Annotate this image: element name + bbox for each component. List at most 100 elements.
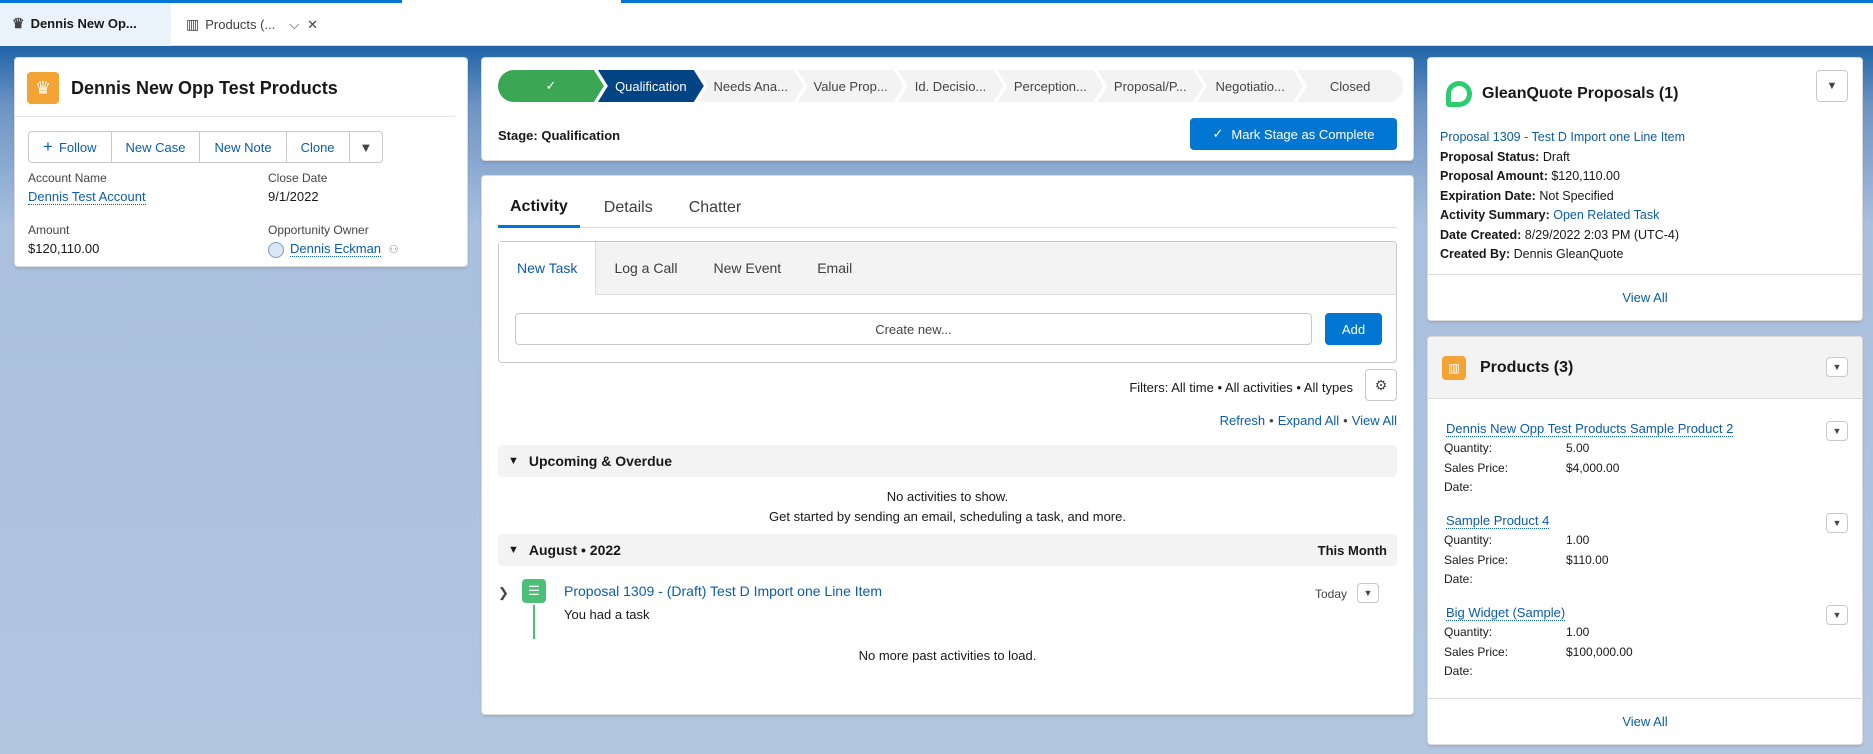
- card-menu-button[interactable]: ▼: [1816, 70, 1848, 102]
- chevron-down-icon: ▼: [508, 455, 519, 467]
- field-label: Amount: [28, 223, 70, 237]
- row-menu-button[interactable]: ▼: [1826, 605, 1848, 625]
- product-link[interactable]: Sample Product 4: [1446, 513, 1550, 529]
- field-label: Activity Summary:: [1440, 208, 1550, 222]
- chevron-down-icon: ▼: [1363, 588, 1373, 598]
- field-label: Date Created:: [1440, 227, 1522, 242]
- chevron-down-icon: ▼: [1832, 362, 1842, 372]
- view-all-link[interactable]: View All: [1428, 698, 1862, 744]
- product-link[interactable]: Dennis New Opp Test Products Sample Prod…: [1446, 421, 1734, 437]
- product-link[interactable]: Big Widget (Sample): [1446, 605, 1566, 621]
- clone-button[interactable]: Clone: [286, 131, 350, 163]
- proposal-link[interactable]: Proposal 1309 - Test D Import one Line I…: [1440, 128, 1685, 148]
- field-label: Close Date: [268, 171, 328, 185]
- field-label: Date:: [1444, 572, 1473, 586]
- chevron-down-icon: ▼: [1832, 610, 1842, 620]
- new-note-button[interactable]: New Note: [200, 131, 287, 163]
- follow-button[interactable]: + Follow: [28, 131, 112, 163]
- quantity-value: 1.00: [1566, 625, 1590, 639]
- this-month-label: This Month: [1317, 542, 1387, 558]
- field-label: Created By:: [1440, 247, 1511, 261]
- create-new-input[interactable]: Create new...: [515, 313, 1312, 345]
- tab-email[interactable]: Email: [799, 242, 870, 294]
- tab-opportunity[interactable]: ♛ Dennis New Op...: [0, 3, 171, 46]
- list-item: Sample Product 4 Quantity: 1.00 Sales Pri…: [1444, 513, 1854, 588]
- view-all-link[interactable]: View All: [1428, 274, 1862, 320]
- check-icon: ✓: [1212, 126, 1224, 141]
- filters-text: Filters: All time • All activities • All…: [1129, 380, 1353, 395]
- field-close-date: Close Date 9/1/2022: [268, 171, 327, 204]
- tab-label: Products (...: [205, 17, 276, 32]
- new-case-button[interactable]: New Case: [111, 131, 201, 163]
- chevron-down-icon: ▼: [1826, 80, 1838, 92]
- tab-new-task[interactable]: New Task: [499, 242, 597, 295]
- crown-icon: ♛: [12, 15, 25, 31]
- task-subtitle: You had a task: [564, 607, 650, 622]
- date-created: 8/29/2022 2:03 PM (UTC-4): [1524, 227, 1680, 242]
- chevron-down-icon[interactable]: ⌵: [289, 17, 299, 33]
- tab-products[interactable]: ▥ Products (... ⌵ ✕: [174, 3, 334, 46]
- filter-settings-button[interactable]: ⚙: [1365, 369, 1397, 401]
- section-title: August • 2022: [528, 542, 621, 558]
- stage-perception-analysis[interactable]: Perception...: [997, 70, 1103, 102]
- chevron-down-icon: ▼: [1832, 426, 1842, 436]
- no-activities-message: No activities to show. Get started by se…: [498, 487, 1397, 527]
- more-actions-button[interactable]: ▼: [349, 131, 384, 163]
- sales-path: ✓ Qualification Needs Ana... Value Prop.…: [481, 57, 1414, 161]
- task-menu-button[interactable]: ▼: [1357, 583, 1379, 603]
- quantity-value: 5.00: [1566, 441, 1590, 455]
- field-account-name: Account Name Dennis Test Account: [28, 171, 146, 205]
- amount-value: $120,110.00: [28, 241, 100, 256]
- gleanquote-logo-icon: [1446, 81, 1472, 107]
- change-owner-icon[interactable]: ⚇: [389, 244, 399, 256]
- mark-complete-label: Mark Stage as Complete: [1231, 126, 1375, 142]
- add-button[interactable]: Add: [1325, 313, 1382, 345]
- card-title: GleanQuote Proposals (1): [1482, 85, 1679, 102]
- record-header: ♛ Dennis New Opp Test Products + Follow …: [14, 57, 468, 267]
- close-icon[interactable]: ✕: [307, 17, 318, 33]
- tab-details[interactable]: Details: [592, 188, 665, 228]
- follow-label: Follow: [58, 139, 97, 155]
- field-label: Quantity:: [1444, 533, 1493, 547]
- chevron-down-icon: ▼: [1832, 518, 1842, 528]
- account-name-link[interactable]: Dennis Test Account: [28, 189, 146, 205]
- field-label: Expiration Date:: [1440, 188, 1536, 203]
- tab-new-event[interactable]: New Event: [695, 242, 799, 294]
- chevron-right-icon[interactable]: ❯: [498, 585, 509, 601]
- field-owner: Opportunity Owner Dennis Eckman ⚇: [268, 223, 399, 258]
- owner-link[interactable]: Dennis Eckman: [290, 241, 382, 257]
- timeline-item: ❯ ☰ Proposal 1309 - (Draft) Test D Impor…: [498, 579, 1397, 639]
- mark-stage-complete-button[interactable]: ✓ Mark Stage as Complete: [1190, 118, 1397, 150]
- stage-needs-analysis[interactable]: Needs Ana...: [698, 70, 804, 102]
- stage-negotiation[interactable]: Negotiatio...: [1197, 70, 1303, 102]
- stage-complete[interactable]: ✓: [498, 70, 604, 102]
- workspace-tab-bar: ♛ Dennis New Op... ▥ Products (... ⌵ ✕: [0, 0, 1873, 46]
- avatar: [268, 241, 284, 258]
- tab-chatter[interactable]: Chatter: [677, 188, 753, 228]
- tab-activity[interactable]: Activity: [498, 188, 580, 228]
- field-amount: Amount $120,110.00: [28, 223, 99, 256]
- check-icon: ✓: [545, 78, 557, 93]
- field-label: Quantity:: [1444, 441, 1493, 455]
- stage-proposal[interactable]: Proposal/P...: [1097, 70, 1203, 102]
- row-menu-button[interactable]: ▼: [1826, 513, 1848, 533]
- stage-closed[interactable]: Closed: [1297, 70, 1404, 102]
- barcode-icon: ▥: [186, 16, 200, 32]
- row-menu-button[interactable]: ▼: [1826, 421, 1848, 441]
- expand-all-link[interactable]: Expand All: [1278, 413, 1339, 428]
- task-title-link[interactable]: Proposal 1309 - (Draft) Test D Import on…: [564, 583, 882, 599]
- tab-log-a-call[interactable]: Log a Call: [596, 242, 695, 294]
- stage-value-proposition[interactable]: Value Prop...: [798, 70, 904, 102]
- card-menu-button[interactable]: ▼: [1826, 357, 1848, 377]
- open-related-task-link[interactable]: Open Related Task: [1553, 208, 1659, 222]
- owner-row: Dennis Eckman ⚇: [268, 241, 399, 258]
- section-title: Upcoming & Overdue: [528, 453, 673, 469]
- stage-id-decision-makers[interactable]: Id. Decisio...: [898, 70, 1004, 102]
- upcoming-section-header[interactable]: ▼ Upcoming & Overdue: [498, 445, 1397, 477]
- field-label: Sales Price:: [1444, 460, 1509, 475]
- month-section-header[interactable]: ▼ August • 2022 This Month: [498, 534, 1397, 566]
- stage-qualification[interactable]: Qualification: [598, 70, 704, 102]
- view-all-link[interactable]: View All: [1352, 413, 1397, 428]
- activity-composer: New Task Log a Call New Event Email Crea…: [498, 241, 1397, 363]
- refresh-link[interactable]: Refresh: [1220, 413, 1266, 428]
